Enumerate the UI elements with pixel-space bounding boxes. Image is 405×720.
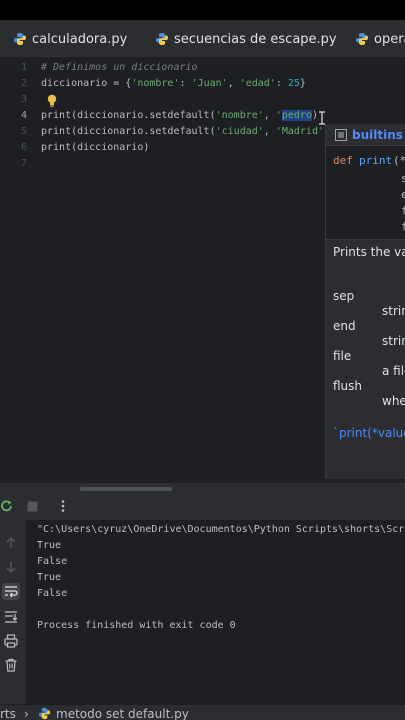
code-line-2: diccionario = {'nombre': 'Juan', 'edad':…	[41, 78, 306, 89]
line-number: 1	[20, 62, 27, 73]
tab-secuencias-de-escape[interactable]: secuencias de escape.py	[155, 20, 337, 57]
line-number: 5	[20, 126, 27, 137]
tab-label: calculadora.py	[32, 31, 128, 47]
signature-block: def print (* s e f f	[326, 146, 405, 240]
rerun-icon[interactable]	[0, 499, 14, 513]
doc-description: Prints the va	[333, 245, 405, 259]
soft-wrap-icon[interactable]	[2, 583, 20, 600]
arrow-down-icon[interactable]	[5, 560, 17, 574]
more-options-icon[interactable]	[60, 499, 66, 513]
line-number: 6	[20, 142, 27, 153]
signature-arg: f	[401, 204, 405, 217]
print-icon[interactable]	[4, 634, 18, 648]
function-name: print	[359, 154, 393, 167]
lightbulb-intention-icon[interactable]	[46, 94, 58, 108]
trash-icon[interactable]	[4, 658, 18, 672]
editor-tab-bar: calculadora.py secuencias de escape.py o…	[0, 20, 405, 58]
param-name: sep	[333, 289, 355, 303]
status-bar: rts › metodo set default.py	[0, 704, 405, 720]
run-toolbar	[0, 482, 405, 520]
python-file-icon	[38, 707, 51, 720]
signature-arg: e	[401, 188, 405, 201]
param-desc: strin	[382, 334, 405, 348]
stop-icon[interactable]	[27, 501, 38, 512]
tab-label: opera	[374, 31, 405, 47]
console-side-toolbar	[0, 520, 26, 704]
line-number-current: 4	[20, 110, 27, 121]
console-line-exit: Process finished with exit code 0	[37, 620, 236, 631]
breadcrumb-separator: ›	[24, 707, 29, 720]
tab-label: secuencias de escape.py	[174, 31, 337, 47]
code-line-6: print(diccionario)	[41, 142, 150, 153]
line-number: 2	[20, 78, 27, 89]
line-number: 3	[20, 94, 27, 105]
arrow-up-icon[interactable]	[5, 536, 17, 550]
console-output[interactable]: "C:\Users\cyruz\OneDrive\Documentos\Pyth…	[26, 520, 405, 704]
signature-arg: f	[401, 220, 405, 233]
python-file-icon	[355, 32, 369, 46]
python-file-icon	[13, 32, 27, 46]
param-desc: strin	[382, 304, 405, 318]
param-name: flush	[333, 379, 363, 393]
code-line-4: print(diccionario.setdefault('nombre', '…	[41, 110, 318, 121]
horizontal-scrollbar[interactable]	[80, 487, 172, 491]
top-black-strip	[0, 0, 405, 20]
tab-opera[interactable]: opera	[355, 20, 405, 57]
code-line-5: print(diccionario.setdefault('ciudad', '…	[41, 126, 324, 137]
param-desc: whe	[382, 394, 405, 408]
selected-text: pedro	[281, 110, 312, 121]
breadcrumb-file[interactable]: metodo set default.py	[56, 707, 189, 720]
code-line-1: # Definimos un diccionario	[41, 62, 198, 73]
param-name: end	[333, 319, 356, 333]
param-desc: a file	[382, 364, 405, 378]
quick-documentation-popup[interactable]: builtins def print (* s e f f Prints the…	[325, 124, 405, 479]
module-name[interactable]: builtins	[352, 128, 403, 142]
console-line: False	[37, 556, 68, 567]
signature-args: (*	[393, 154, 405, 167]
line-gutter: 1 2 3 4 5 6 7	[0, 58, 38, 482]
text-cursor-icon	[317, 111, 327, 125]
signature-arg: s	[401, 172, 405, 185]
console-line: "C:\Users\cyruz\OneDrive\Documentos\Pyth…	[37, 524, 405, 535]
console-line: True	[37, 572, 62, 583]
doc-footer-link[interactable]: `print(*value	[333, 426, 405, 440]
def-keyword: def	[333, 154, 353, 167]
line-number: 7	[20, 158, 27, 169]
tab-calculadora[interactable]: calculadora.py	[13, 20, 128, 57]
module-icon	[335, 129, 347, 141]
param-name: file	[333, 349, 352, 363]
console-line: False	[37, 588, 68, 599]
breadcrumb-parent[interactable]: rts	[0, 707, 16, 720]
console-line: True	[37, 540, 62, 551]
popup-header: builtins	[326, 124, 405, 146]
scroll-to-end-icon[interactable]	[4, 610, 18, 624]
python-file-icon	[155, 32, 169, 46]
